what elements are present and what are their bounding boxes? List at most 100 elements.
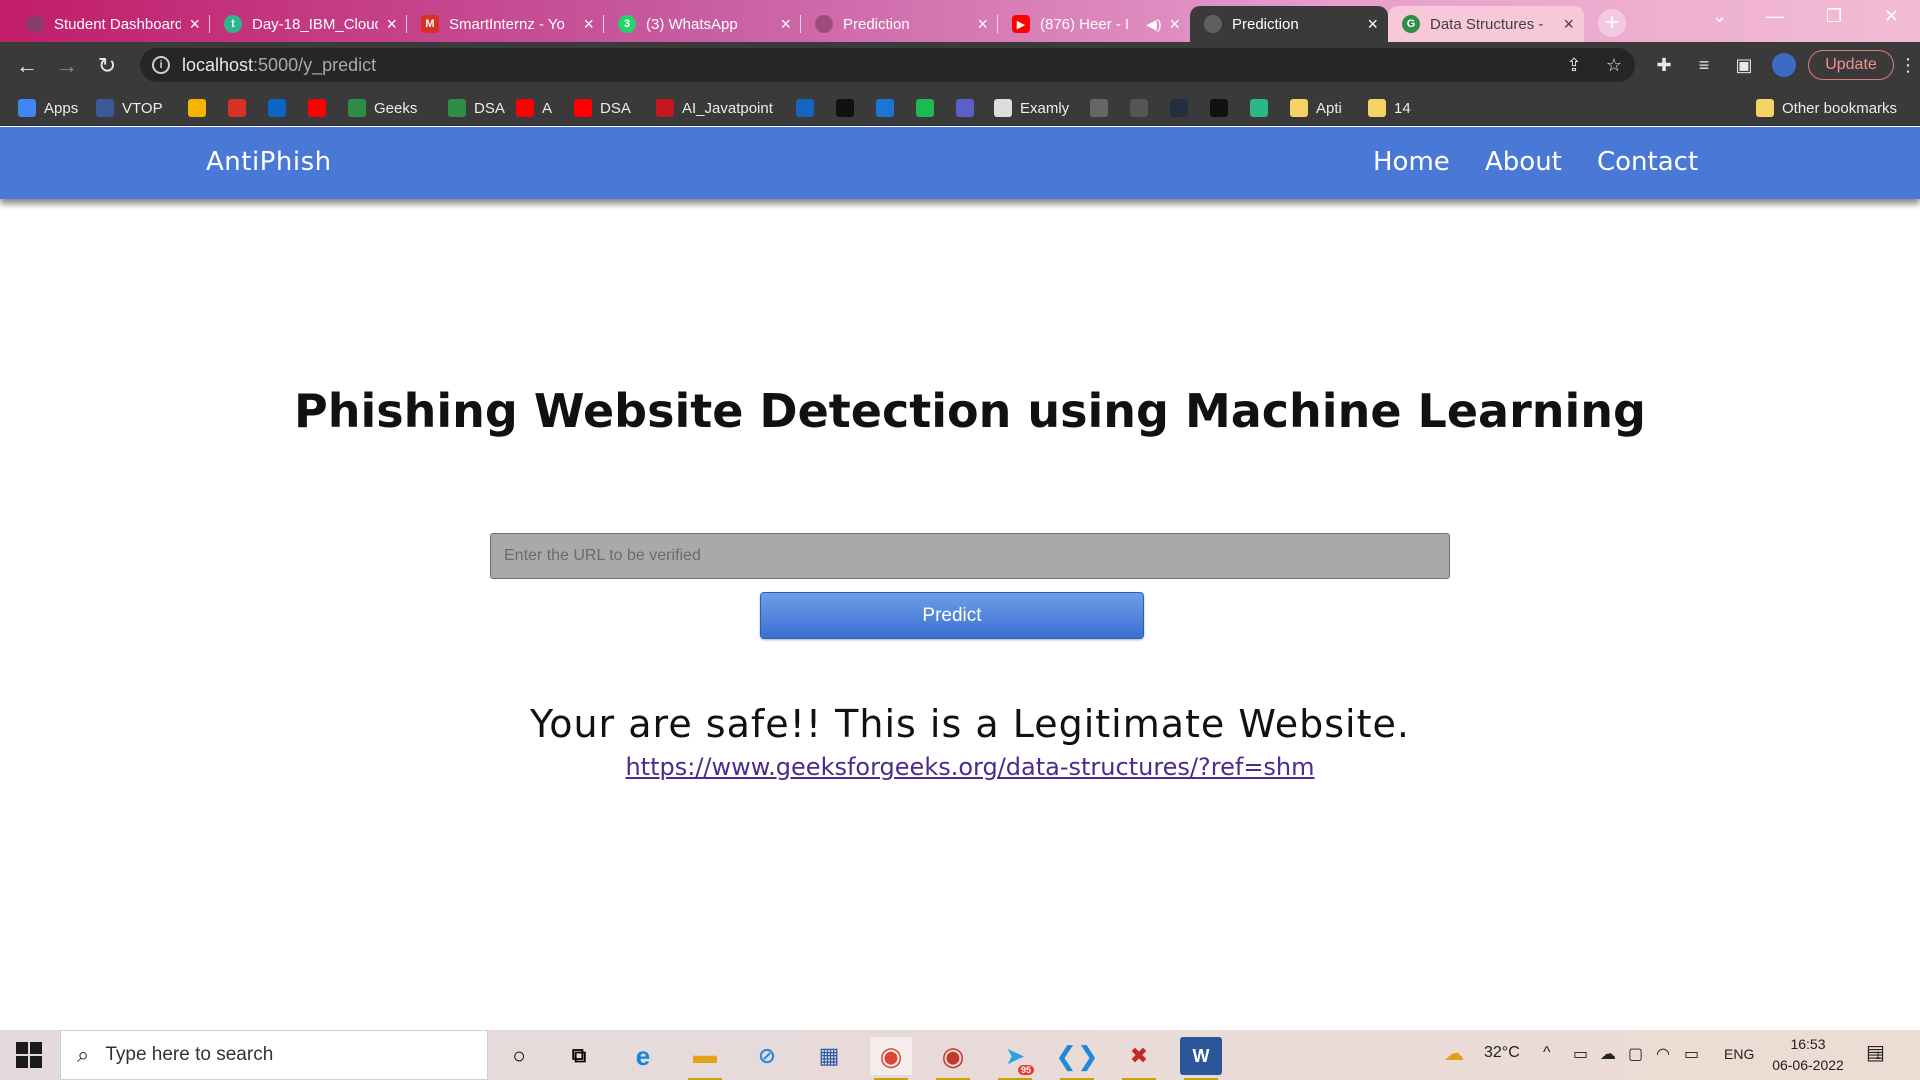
tab-search-chevron-icon[interactable]: ⌄ bbox=[1712, 6, 1727, 27]
close-tab-icon[interactable]: × bbox=[1563, 15, 1574, 33]
minimize-icon[interactable]: — bbox=[1766, 6, 1784, 27]
tab-youtube-heer[interactable]: ▶ (876) Heer - I ◀) × bbox=[998, 6, 1190, 42]
update-button[interactable]: Update bbox=[1808, 50, 1894, 80]
profile-avatar-icon[interactable] bbox=[1772, 53, 1796, 77]
bookmark-item[interactable] bbox=[836, 97, 854, 119]
chrome-icon[interactable]: ◉ bbox=[870, 1037, 912, 1080]
site-info-icon[interactable]: i bbox=[152, 56, 170, 74]
close-tab-icon[interactable]: × bbox=[386, 15, 397, 33]
bookmark-item[interactable] bbox=[876, 97, 894, 119]
bookmark-item[interactable] bbox=[916, 97, 934, 119]
notifications-icon[interactable]: ▤1 bbox=[1866, 1040, 1885, 1065]
tab-title: Student Dashboard bbox=[54, 15, 182, 33]
site-brand[interactable]: AntiPhish bbox=[206, 147, 332, 177]
nav-contact-link[interactable]: Contact bbox=[1597, 147, 1698, 177]
meet-now-icon[interactable]: ▭ bbox=[1573, 1044, 1588, 1064]
screen-icon[interactable]: ▢ bbox=[1628, 1044, 1643, 1064]
side-panel-icon[interactable]: ▣ bbox=[1732, 53, 1756, 77]
word-icon[interactable]: W bbox=[1180, 1037, 1222, 1080]
url-input[interactable] bbox=[490, 533, 1450, 579]
other-bookmarks-folder[interactable]: Other bookmarks bbox=[1756, 97, 1897, 119]
close-tab-icon[interactable]: × bbox=[189, 15, 200, 33]
task-view-icon[interactable]: ⧉ bbox=[558, 1037, 600, 1075]
edge-icon[interactable]: e bbox=[622, 1037, 664, 1075]
bookmark-item[interactable]: VTOP bbox=[96, 97, 163, 119]
bookmark-item[interactable] bbox=[268, 97, 286, 119]
bookmark-item[interactable]: Geeks bbox=[348, 97, 417, 119]
extensions-puzzle-icon[interactable]: ✚ bbox=[1652, 53, 1676, 77]
nav-about-link[interactable]: About bbox=[1485, 147, 1562, 177]
bookmark-label: DSA bbox=[474, 99, 505, 117]
bookmark-label: Apps bbox=[44, 99, 79, 117]
tab-whatsapp[interactable]: 3 (3) WhatsApp × bbox=[604, 6, 801, 42]
bookmark-item[interactable] bbox=[956, 97, 974, 119]
chrome-profile-icon[interactable]: ◉ bbox=[932, 1037, 974, 1080]
close-tab-icon[interactable]: × bbox=[1169, 15, 1180, 33]
file-explorer-icon[interactable]: ▬ bbox=[684, 1037, 726, 1080]
close-tab-icon[interactable]: × bbox=[780, 15, 791, 33]
tab-prediction-1[interactable]: Prediction × bbox=[801, 6, 998, 42]
bookmark-item[interactable] bbox=[1210, 97, 1228, 119]
store-icon[interactable]: ▦ bbox=[808, 1037, 850, 1075]
bookmark-item[interactable]: DSA bbox=[574, 97, 631, 119]
close-tab-icon[interactable]: × bbox=[583, 15, 594, 33]
forward-arrow-icon[interactable]: → bbox=[52, 51, 82, 81]
bookmark-item[interactable] bbox=[308, 97, 326, 119]
taskbar-search-box[interactable]: ⌕ Type here to search bbox=[60, 1030, 488, 1080]
bookmark-item[interactable]: Examly bbox=[994, 97, 1069, 119]
tab-student-dashboard[interactable]: Student Dashboard × bbox=[12, 6, 210, 42]
new-tab-button[interactable]: + bbox=[1598, 9, 1626, 37]
bookmark-item[interactable] bbox=[1250, 97, 1268, 119]
close-window-icon[interactable]: ✕ bbox=[1884, 6, 1899, 27]
close-tab-icon[interactable]: × bbox=[977, 15, 988, 33]
bookmark-item[interactable] bbox=[1170, 97, 1188, 119]
back-arrow-icon[interactable]: ← bbox=[12, 51, 42, 81]
system-clock[interactable]: 16:53 06-06-2022 bbox=[1764, 1034, 1852, 1076]
xampp-icon[interactable]: ✖ bbox=[1118, 1037, 1160, 1080]
cortana-icon[interactable]: ○ bbox=[498, 1037, 540, 1075]
bookmark-item[interactable] bbox=[188, 97, 206, 119]
tray-chevron-icon[interactable]: ^ bbox=[1543, 1044, 1551, 1062]
classroom-icon bbox=[188, 99, 206, 117]
tab-data-structures[interactable]: G Data Structures - × bbox=[1388, 6, 1584, 42]
bookmark-label: Apti bbox=[1316, 99, 1342, 117]
address-bar[interactable]: i localhost:5000/y_predict bbox=[140, 48, 1635, 82]
bookmark-item[interactable]: AI_Javatpoint bbox=[656, 97, 773, 119]
onedrive-icon[interactable]: ☁ bbox=[1600, 1044, 1616, 1064]
linkedin-icon bbox=[268, 99, 286, 117]
bookmark-item[interactable]: 14 bbox=[1368, 97, 1411, 119]
link-app-icon[interactable]: ⊘ bbox=[746, 1037, 788, 1075]
close-tab-icon[interactable]: × bbox=[1367, 15, 1378, 33]
weather-icon[interactable]: ☁ bbox=[1444, 1041, 1464, 1066]
tab-smartinternz[interactable]: M SmartInternz - Yo × bbox=[407, 6, 604, 42]
media-queue-icon[interactable]: ≡ bbox=[1692, 53, 1716, 77]
predict-button[interactable]: Predict bbox=[760, 592, 1144, 639]
nav-home-link[interactable]: Home bbox=[1373, 147, 1450, 177]
reload-icon[interactable]: ↻ bbox=[92, 51, 122, 81]
vscode-icon[interactable]: ❮❯ bbox=[1055, 1037, 1099, 1080]
mute-audio-icon[interactable]: ◀) bbox=[1146, 16, 1161, 33]
bookmark-item[interactable] bbox=[1090, 97, 1108, 119]
windows-start-icon[interactable] bbox=[16, 1042, 42, 1068]
bookmark-item[interactable] bbox=[796, 97, 814, 119]
temperature[interactable]: 32°C bbox=[1484, 1044, 1520, 1062]
globe-favicon-icon bbox=[815, 15, 833, 33]
tab-prediction-active[interactable]: Prediction × bbox=[1190, 6, 1388, 42]
bookmark-item[interactable] bbox=[1130, 97, 1148, 119]
wifi-icon[interactable]: ◠ bbox=[1656, 1044, 1670, 1064]
chrome-menu-icon[interactable]: ⋮ bbox=[1896, 53, 1920, 77]
battery-icon[interactable]: ▭ bbox=[1684, 1044, 1699, 1064]
restore-icon[interactable]: ❐ bbox=[1826, 6, 1842, 27]
bookmarks-bar: Other bookmarks Apps VTOP Geeks DSA A DSA AI_J… bbox=[0, 88, 1920, 126]
bookmark-item[interactable]: DSA bbox=[448, 97, 505, 119]
bookmark-item[interactable]: Apti bbox=[1290, 97, 1342, 119]
result-url-link[interactable]: https://www.geeksforgeeks.org/data-struc… bbox=[0, 753, 1920, 781]
telegram-icon[interactable]: ➤ 95 bbox=[994, 1037, 1036, 1080]
language-indicator[interactable]: ENG bbox=[1724, 1046, 1754, 1062]
bookmark-item[interactable]: A bbox=[516, 97, 552, 119]
bookmark-star-icon[interactable]: ☆ bbox=[1602, 53, 1626, 77]
bookmark-item[interactable]: Apps bbox=[18, 97, 78, 119]
tab-day18[interactable]: t Day-18_IBM_Cloud × bbox=[210, 6, 407, 42]
bookmark-item[interactable] bbox=[228, 97, 246, 119]
share-icon[interactable]: ⇪ bbox=[1562, 53, 1586, 77]
